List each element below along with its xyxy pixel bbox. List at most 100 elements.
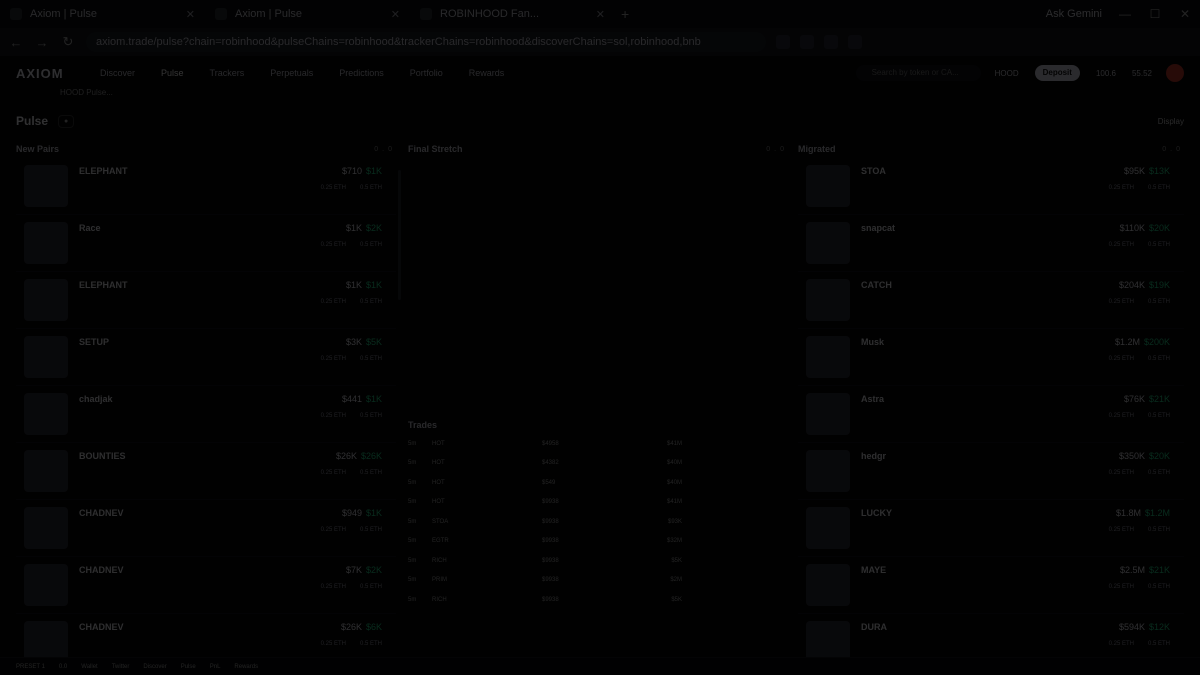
token-image[interactable] bbox=[24, 507, 68, 549]
close-icon[interactable]: ✕ bbox=[391, 8, 400, 21]
quick-buy-a[interactable]: 0.25 ETH bbox=[1109, 299, 1134, 305]
table-row[interactable]: 5m EGTR $9938 $32M bbox=[408, 532, 788, 552]
token-card[interactable]: STOA $95K $13K 0.25 ETH 0.5 ETH bbox=[798, 158, 1184, 215]
display-button[interactable]: Display bbox=[1158, 117, 1184, 126]
quick-buy[interactable]: 0.25 ETH 0.5 ETH bbox=[307, 185, 382, 191]
quick-buy-a[interactable]: 0.25 ETH bbox=[1109, 356, 1134, 362]
quick-buy[interactable]: 0.25 ETH 0.5 ETH bbox=[1095, 584, 1170, 590]
nav-trackers[interactable]: Trackers bbox=[210, 68, 245, 78]
quick-buy[interactable]: 0.25 ETH 0.5 ETH bbox=[1095, 641, 1170, 647]
extension-icon[interactable] bbox=[800, 35, 814, 49]
trades-tab[interactable]: Trades bbox=[408, 420, 437, 430]
quick-buy-b[interactable]: 0.5 ETH bbox=[360, 242, 382, 248]
maximize-icon[interactable]: ☐ bbox=[1140, 7, 1170, 21]
wallet-balance-b[interactable]: 55.52 bbox=[1132, 69, 1152, 78]
token-image[interactable] bbox=[24, 222, 68, 264]
token-image[interactable] bbox=[806, 507, 850, 549]
quick-buy-b[interactable]: 0.5 ETH bbox=[360, 584, 382, 590]
quick-buy-b[interactable]: 0.5 ETH bbox=[1148, 185, 1170, 191]
new-tab-icon[interactable]: + bbox=[621, 6, 629, 22]
token-image[interactable] bbox=[806, 450, 850, 492]
status-badge[interactable]: ● bbox=[58, 114, 75, 128]
ask-gemini-button[interactable]: Ask Gemini bbox=[1046, 8, 1102, 20]
token-image[interactable] bbox=[24, 450, 68, 492]
table-row[interactable]: 5m PRIM $9938 $2M bbox=[408, 571, 788, 591]
quick-buy-b[interactable]: 0.5 ETH bbox=[360, 185, 382, 191]
reload-icon[interactable]: ↻ bbox=[60, 34, 76, 50]
quick-buy[interactable]: 0.25 ETH 0.5 ETH bbox=[1095, 242, 1170, 248]
quick-buy-a[interactable]: 0.25 ETH bbox=[321, 527, 346, 533]
token-card[interactable]: Astra $76K $21K 0.25 ETH 0.5 ETH bbox=[798, 386, 1184, 443]
quick-buy-a[interactable]: 0.25 ETH bbox=[1109, 527, 1134, 533]
token-card[interactable]: LUCKY $1.8M $1.2M 0.25 ETH 0.5 ETH bbox=[798, 500, 1184, 557]
footer-discover[interactable]: Discover bbox=[143, 664, 166, 670]
extension-icon[interactable] bbox=[824, 35, 838, 49]
nav-predictions[interactable]: Predictions bbox=[339, 68, 384, 78]
quick-buy[interactable]: 0.25 ETH 0.5 ETH bbox=[307, 470, 382, 476]
quick-buy[interactable]: 0.25 ETH 0.5 ETH bbox=[307, 356, 382, 362]
footer-pnl[interactable]: PnL bbox=[210, 664, 221, 670]
quick-buy-b[interactable]: 0.5 ETH bbox=[1148, 413, 1170, 419]
quick-buy-b[interactable]: 0.5 ETH bbox=[1148, 470, 1170, 476]
token-card[interactable]: SETUP $3K $5K 0.25 ETH 0.5 ETH bbox=[16, 329, 396, 386]
token-image[interactable] bbox=[24, 165, 68, 207]
token-image[interactable] bbox=[806, 279, 850, 321]
quick-buy[interactable]: 0.25 ETH 0.5 ETH bbox=[1095, 299, 1170, 305]
quick-buy-a[interactable]: 0.25 ETH bbox=[1109, 242, 1134, 248]
browser-tab[interactable]: ROBINHOOD Fan... ✕ bbox=[410, 0, 615, 28]
token-image[interactable] bbox=[24, 393, 68, 435]
token-card[interactable]: hedgr $350K $20K 0.25 ETH 0.5 ETH bbox=[798, 443, 1184, 500]
browser-tab[interactable]: Axiom | Pulse ✕ bbox=[0, 0, 205, 28]
nav-rewards[interactable]: Rewards bbox=[469, 68, 505, 78]
token-card[interactable]: Musk $1.2M $200K 0.25 ETH 0.5 ETH bbox=[798, 329, 1184, 386]
deposit-button[interactable]: Deposit bbox=[1034, 65, 1080, 81]
token-card[interactable]: CHADNEV $949 $1K 0.25 ETH 0.5 ETH bbox=[16, 500, 396, 557]
token-image[interactable] bbox=[24, 621, 68, 660]
quick-buy[interactable]: 0.25 ETH 0.5 ETH bbox=[1095, 185, 1170, 191]
quick-buy-a[interactable]: 0.25 ETH bbox=[321, 185, 346, 191]
token-image[interactable] bbox=[24, 564, 68, 606]
token-card[interactable]: MAYE $2.5M $21K 0.25 ETH 0.5 ETH bbox=[798, 557, 1184, 614]
token-image[interactable] bbox=[806, 336, 850, 378]
forward-icon[interactable]: → bbox=[34, 35, 50, 50]
quick-buy[interactable]: 0.25 ETH 0.5 ETH bbox=[307, 527, 382, 533]
quick-buy[interactable]: 0.25 ETH 0.5 ETH bbox=[1095, 527, 1170, 533]
footer-rewards[interactable]: Rewards bbox=[234, 664, 258, 670]
quick-buy-a[interactable]: 0.25 ETH bbox=[321, 470, 346, 476]
token-card[interactable]: ELEPHANT $1K $1K 0.25 ETH 0.5 ETH bbox=[16, 272, 396, 329]
token-card[interactable]: CHADNEV $26K $6K 0.25 ETH 0.5 ETH bbox=[16, 614, 396, 660]
quick-buy[interactable]: 0.25 ETH 0.5 ETH bbox=[307, 242, 382, 248]
nav-portfolio[interactable]: Portfolio bbox=[410, 68, 443, 78]
quick-buy[interactable]: 0.25 ETH 0.5 ETH bbox=[1095, 470, 1170, 476]
token-card[interactable]: snapcat $110K $20K 0.25 ETH 0.5 ETH bbox=[798, 215, 1184, 272]
quick-buy-a[interactable]: 0.25 ETH bbox=[321, 413, 346, 419]
quick-buy[interactable]: 0.25 ETH 0.5 ETH bbox=[307, 584, 382, 590]
quick-buy[interactable]: 0.25 ETH 0.5 ETH bbox=[1095, 413, 1170, 419]
network-selector[interactable]: HOOD bbox=[995, 69, 1019, 78]
quick-buy-a[interactable]: 0.25 ETH bbox=[1109, 185, 1134, 191]
token-card[interactable]: CATCH $204K $19K 0.25 ETH 0.5 ETH bbox=[798, 272, 1184, 329]
scrollbar[interactable] bbox=[398, 170, 401, 300]
quick-buy-b[interactable]: 0.5 ETH bbox=[1148, 641, 1170, 647]
token-image[interactable] bbox=[806, 222, 850, 264]
quick-buy-a[interactable]: 0.25 ETH bbox=[1109, 641, 1134, 647]
token-image[interactable] bbox=[806, 393, 850, 435]
quick-buy-b[interactable]: 0.5 ETH bbox=[1148, 242, 1170, 248]
quick-buy[interactable]: 0.25 ETH 0.5 ETH bbox=[307, 641, 382, 647]
table-row[interactable]: 5m RICH $9938 $5K bbox=[408, 590, 788, 610]
wallet-balance-a[interactable]: 100.6 bbox=[1096, 69, 1116, 78]
quick-buy-b[interactable]: 0.5 ETH bbox=[360, 470, 382, 476]
footer-pulse[interactable]: Pulse bbox=[181, 664, 196, 670]
filter-buttons[interactable]: 0.0 bbox=[374, 146, 396, 153]
table-row[interactable]: 5m HOT $4382 $40M bbox=[408, 454, 788, 474]
address-bar[interactable]: axiom.trade/pulse?chain=robinhood&pulseC… bbox=[86, 32, 766, 52]
table-row[interactable]: 5m RICH $9938 $5K bbox=[408, 551, 788, 571]
token-image[interactable] bbox=[806, 564, 850, 606]
footer-wallet[interactable]: Wallet bbox=[81, 664, 97, 670]
extension-icon[interactable] bbox=[776, 35, 790, 49]
table-row[interactable]: 5m HOT $4958 $41M bbox=[408, 434, 788, 454]
token-card[interactable]: ELEPHANT $710 $1K 0.25 ETH 0.5 ETH bbox=[16, 158, 396, 215]
filter-buttons[interactable]: 0.0 bbox=[1162, 146, 1184, 153]
quick-buy-b[interactable]: 0.5 ETH bbox=[1148, 356, 1170, 362]
quick-buy-b[interactable]: 0.5 ETH bbox=[360, 641, 382, 647]
